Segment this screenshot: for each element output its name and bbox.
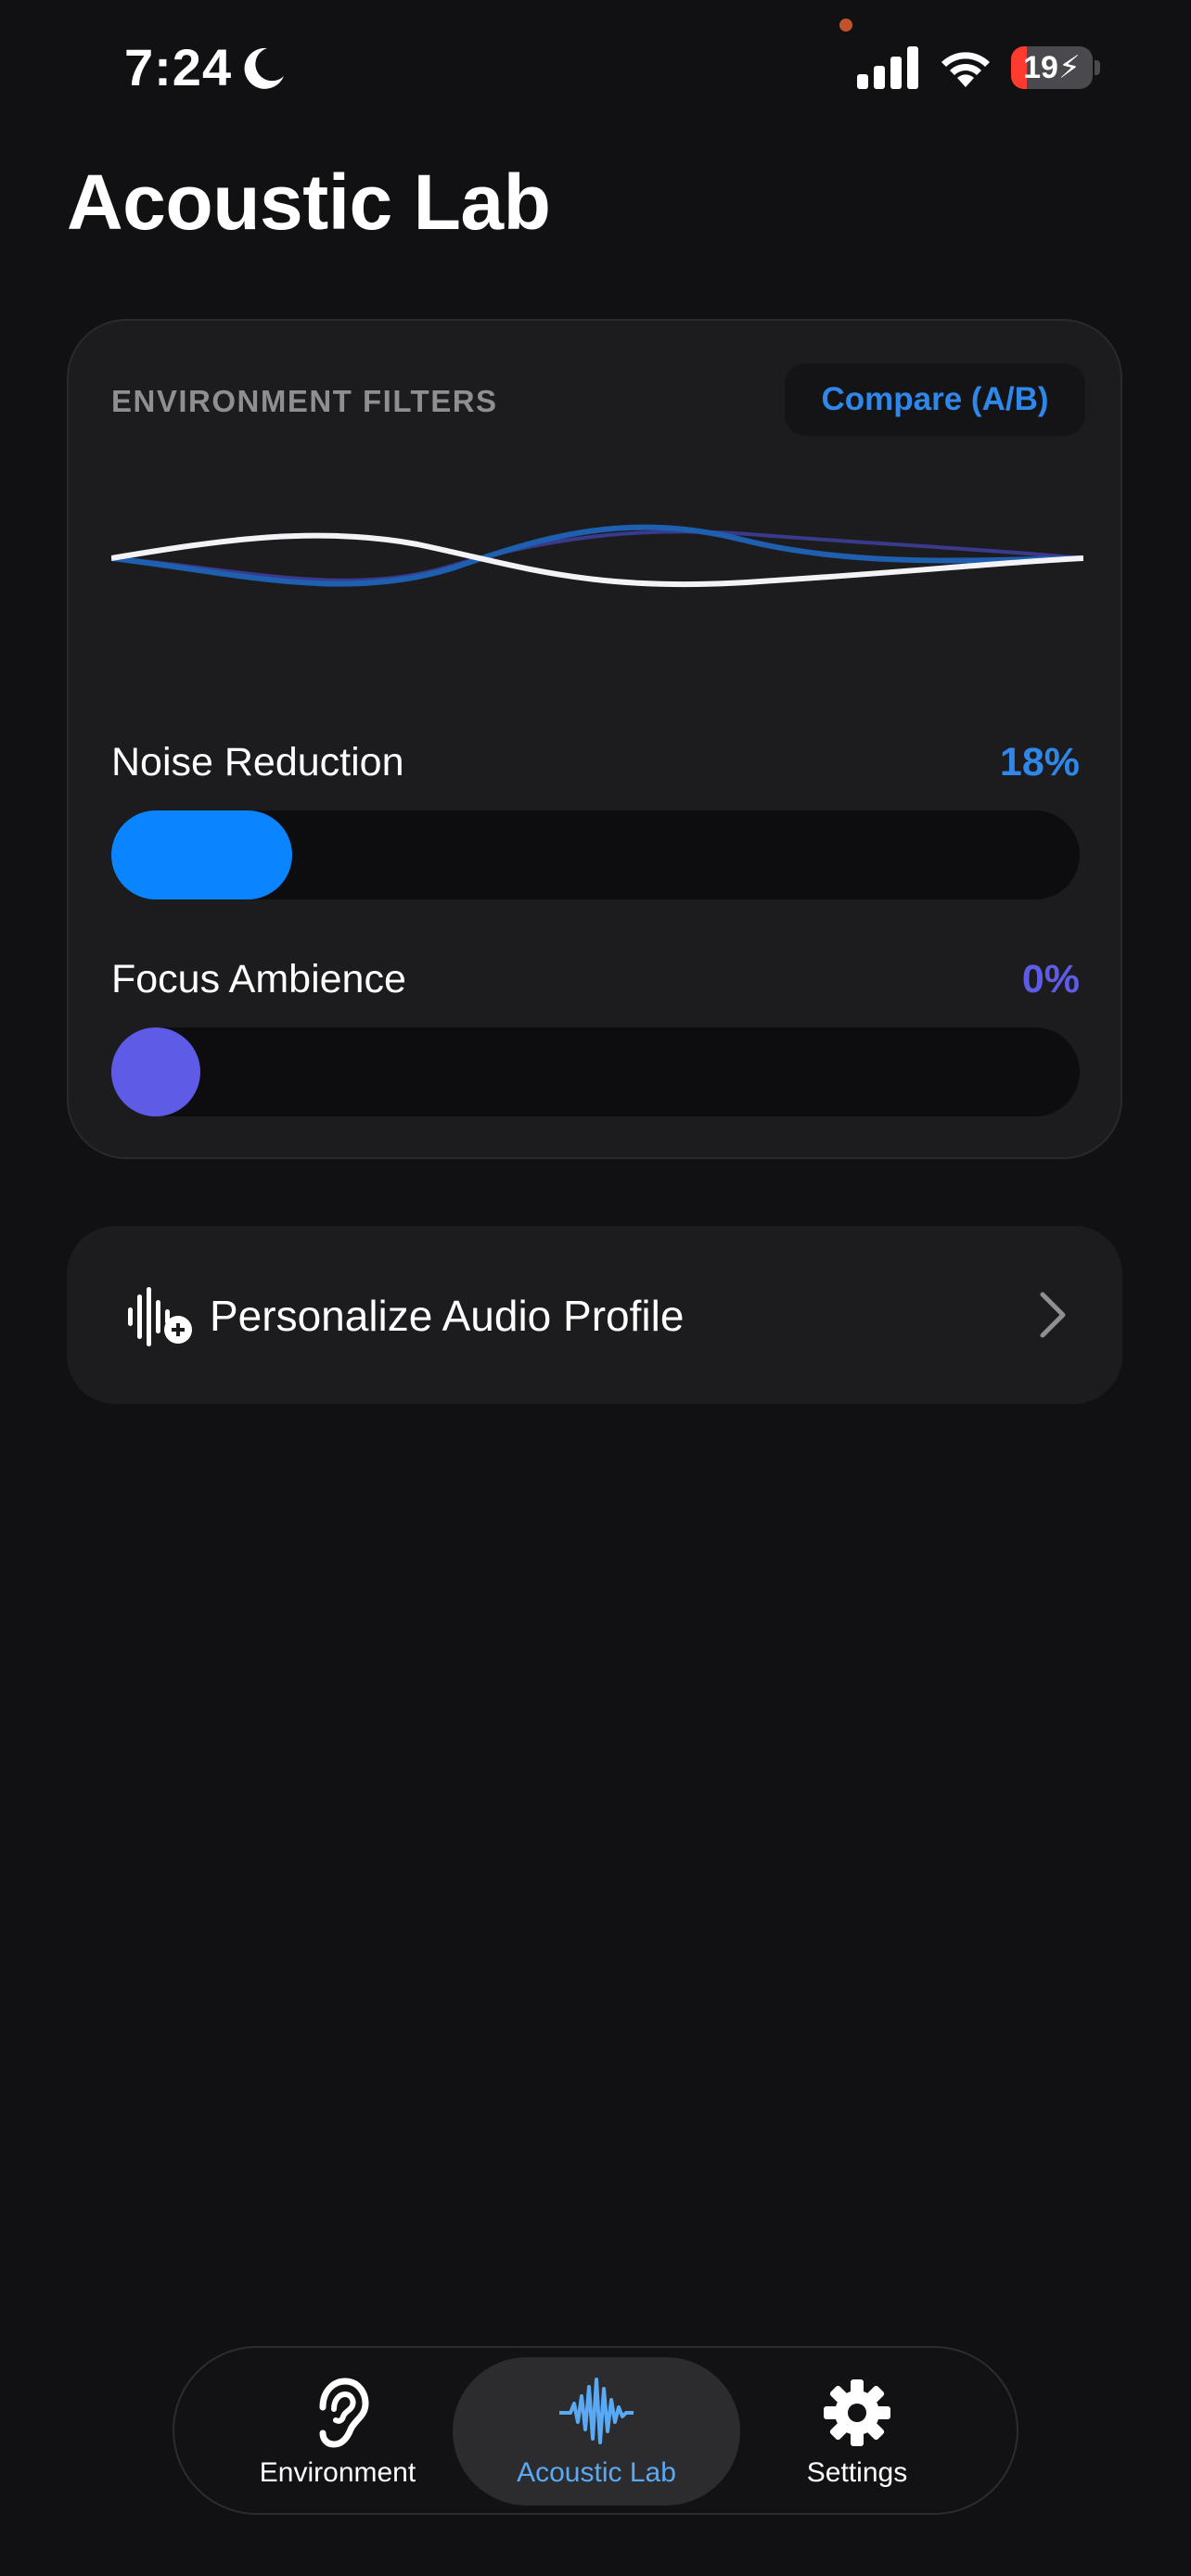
chevron-right-icon — [1040, 1292, 1066, 1338]
noise-reduction-label: Noise Reduction — [111, 740, 404, 784]
tab-bar: Environment Acoustic Lab Settings — [173, 2346, 1018, 2515]
tab-settings-label: Settings — [806, 2457, 908, 2488]
tab-acoustic-lab-label: Acoustic Lab — [517, 2457, 676, 2488]
personalize-audio-profile-row[interactable]: Personalize Audio Profile — [67, 1226, 1122, 1404]
focus-ambience-value: 0% — [1021, 957, 1080, 1001]
moon-icon — [244, 47, 284, 89]
waveform-icon — [559, 2378, 634, 2444]
focus-ambience-slider[interactable] — [111, 1027, 1080, 1116]
page-title: Acoustic Lab — [67, 159, 551, 246]
noise-reduction-slider[interactable] — [111, 810, 1080, 899]
personalize-audio-profile-label: Personalize Audio Profile — [210, 1292, 685, 1340]
battery-level-text: 19⚡︎ — [1023, 50, 1081, 85]
battery-indicator: 19⚡︎ — [1011, 46, 1100, 89]
camera-indicator-dot — [839, 19, 852, 32]
tab-acoustic-lab[interactable]: Acoustic Lab — [453, 2357, 740, 2506]
ear-icon — [319, 2378, 369, 2448]
focus-ambience-label: Focus Ambience — [111, 957, 406, 1001]
focus-ambience-slider-thumb[interactable] — [111, 1027, 200, 1116]
tab-settings[interactable]: Settings — [764, 2357, 950, 2506]
status-time: 7:24 — [124, 38, 233, 96]
tab-environment-label: Environment — [259, 2457, 416, 2488]
noise-reduction-slider-fill[interactable] — [111, 810, 292, 899]
card-heading: ENVIRONMENT FILTERS — [111, 384, 498, 418]
frequency-waveform — [111, 524, 1083, 588]
waveform-add-icon — [128, 1287, 192, 1346]
acoustic-lab-screen: 7:24 19⚡︎ Acoustic Lab ENVIRONMENT FILTE… — [0, 0, 1191, 2576]
battery-body: 19⚡︎ — [1011, 46, 1093, 89]
wifi-icon — [941, 52, 990, 87]
battery-cap — [1095, 60, 1100, 75]
noise-reduction-value: 18% — [999, 740, 1080, 784]
environment-filters-card: ENVIRONMENT FILTERS Compare (A/B) Noise … — [67, 319, 1122, 1159]
compare-ab-button[interactable]: Compare (A/B) — [785, 363, 1085, 436]
status-bar: 7:24 19⚡︎ — [0, 0, 1191, 139]
cellular-signal-icon — [857, 46, 918, 89]
tab-environment[interactable]: Environment — [226, 2357, 449, 2506]
gear-icon — [824, 2379, 890, 2446]
